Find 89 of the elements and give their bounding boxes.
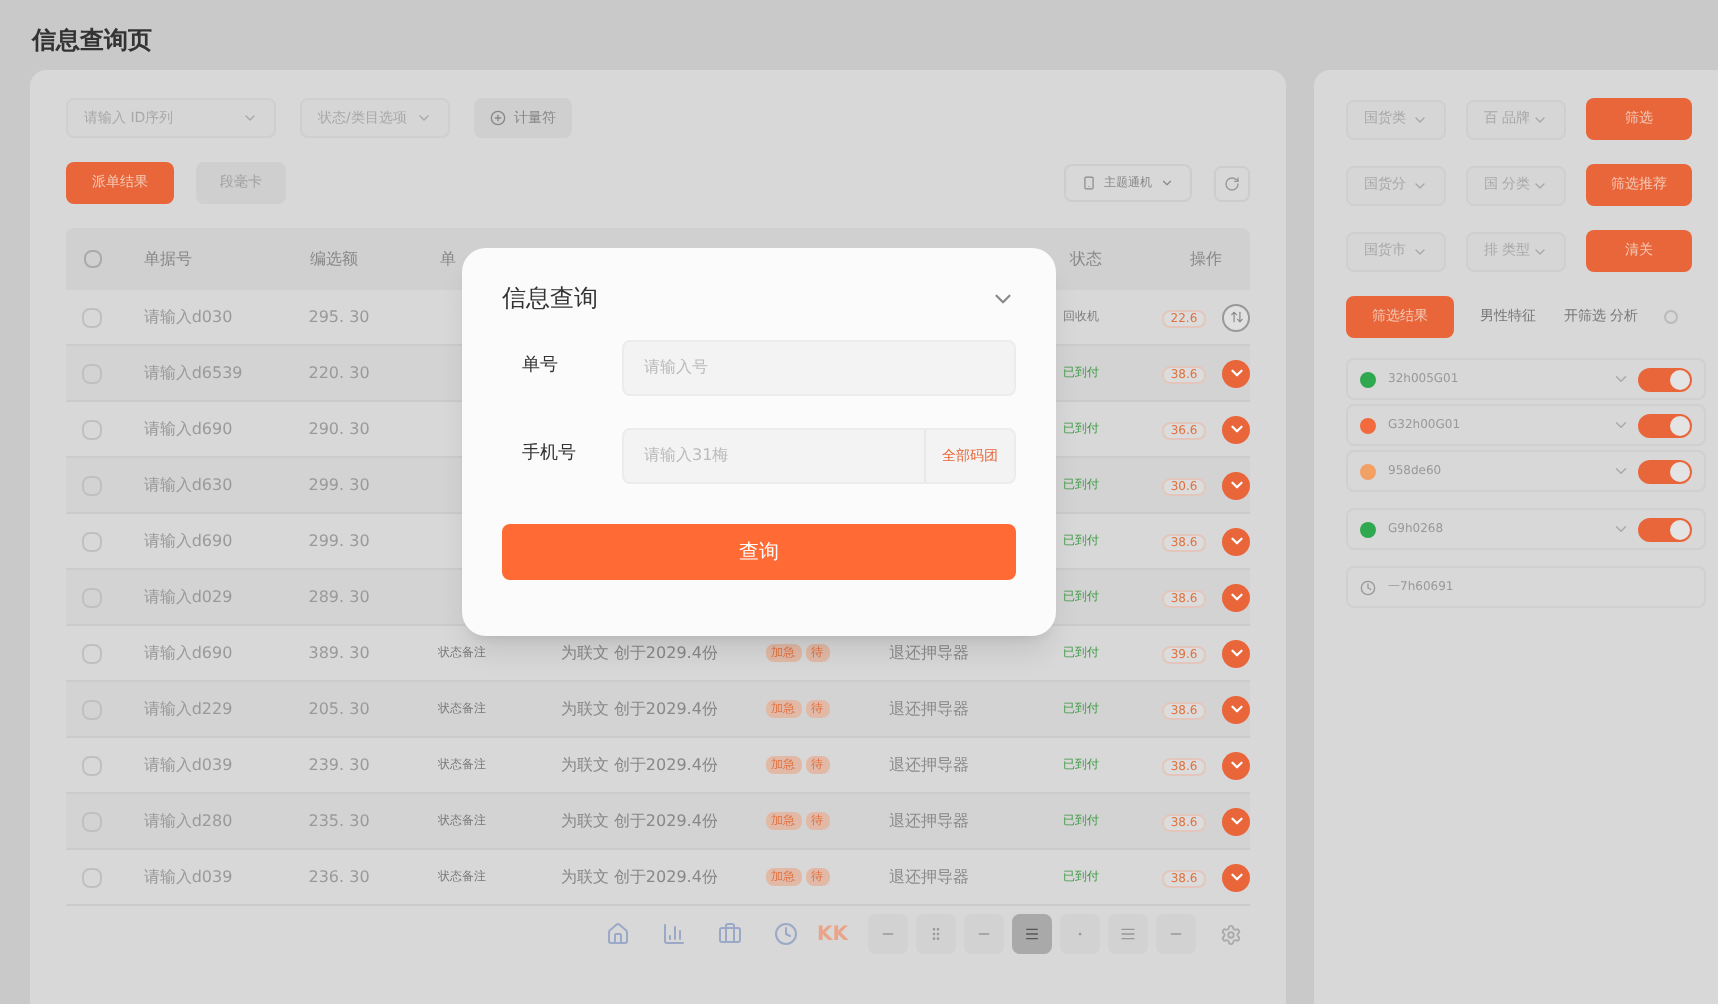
toolbar-icon bbox=[1120, 926, 1136, 942]
row-checkbox[interactable] bbox=[82, 755, 103, 775]
table-cell: 239. 30 bbox=[308, 755, 370, 773]
chevron-icon[interactable] bbox=[1222, 807, 1251, 835]
table-cell: 295. 30 bbox=[308, 307, 370, 325]
dialog-title: 信息查询 bbox=[502, 282, 598, 316]
chevron-icon[interactable] bbox=[1612, 520, 1630, 538]
caret-icon bbox=[242, 110, 258, 126]
chevron-icon[interactable] bbox=[1222, 471, 1251, 499]
row-checkbox[interactable] bbox=[82, 419, 103, 439]
query-button[interactable]: 查询 bbox=[502, 524, 1016, 580]
chevron-icon[interactable] bbox=[1222, 359, 1251, 387]
column-header: 单据号 bbox=[144, 249, 192, 267]
toolbar-icon bbox=[928, 926, 944, 942]
table-cell: 289. 30 bbox=[308, 587, 370, 605]
table-cell: 299. 30 bbox=[308, 475, 370, 493]
row-checkbox[interactable] bbox=[82, 307, 103, 327]
chevron-icon[interactable] bbox=[1612, 370, 1630, 388]
table-cell: 220. 30 bbox=[308, 363, 370, 381]
chevron-icon[interactable] bbox=[1222, 583, 1251, 611]
chevron-icon[interactable] bbox=[1222, 415, 1251, 443]
table-cell: 退还押导器 bbox=[888, 867, 969, 885]
caret-icon bbox=[416, 110, 432, 126]
table-cell: 236. 30 bbox=[308, 867, 370, 885]
toggle-switch[interactable] bbox=[1638, 459, 1692, 483]
table-cell: 请输入d029 bbox=[143, 587, 233, 605]
table-cell: 请输入d690 bbox=[143, 531, 233, 549]
table-cell: 请输入d229 bbox=[143, 699, 233, 717]
table-cell: 退还押导器 bbox=[888, 699, 969, 717]
sort-icon[interactable] bbox=[1222, 303, 1250, 331]
column-header: 状态 bbox=[1070, 249, 1102, 267]
table-cell: 请输入d030 bbox=[143, 307, 233, 325]
table-cell: 请输入d280 bbox=[143, 811, 233, 829]
table-cell: 为联文 创于2029.4份 bbox=[560, 699, 718, 717]
table-cell: 请输入d039 bbox=[143, 755, 233, 773]
chevron-icon[interactable] bbox=[1222, 639, 1251, 667]
toggle-switch[interactable] bbox=[1638, 413, 1692, 437]
caret-icon bbox=[1160, 176, 1174, 190]
table-cell: 为联文 创于2029.4份 bbox=[560, 755, 718, 773]
input-box[interactable]: 请输入号 bbox=[622, 340, 1016, 396]
field-label: 手机号 bbox=[520, 442, 578, 469]
toolbar-button[interactable] bbox=[1108, 914, 1148, 954]
refresh-glyph-icon bbox=[1224, 175, 1240, 191]
chart-icon[interactable] bbox=[661, 922, 685, 946]
logo-text: KK bbox=[817, 921, 848, 949]
briefcase-icon[interactable] bbox=[717, 922, 741, 946]
table-cell: 235. 30 bbox=[308, 811, 370, 829]
chevron-icon[interactable] bbox=[1612, 416, 1630, 434]
home-icon[interactable] bbox=[605, 922, 629, 946]
table-cell: 为联文 创于2029.4份 bbox=[560, 867, 718, 885]
column-header: 单 bbox=[440, 249, 456, 267]
table-cell: 请输入d039 bbox=[143, 867, 233, 885]
chevron-icon[interactable] bbox=[1222, 695, 1251, 723]
toggle-switch[interactable] bbox=[1638, 517, 1692, 541]
header-checkbox[interactable] bbox=[84, 250, 102, 268]
table-cell: 请输入d630 bbox=[143, 475, 233, 493]
table-cell: 299. 30 bbox=[308, 531, 370, 549]
chevron-icon[interactable] bbox=[1612, 462, 1630, 480]
table-cell: 请输入d6539 bbox=[143, 363, 243, 381]
table-cell: 请输入d690 bbox=[143, 643, 233, 661]
table-cell: 389. 30 bbox=[308, 643, 370, 661]
table-cell: 290. 30 bbox=[308, 419, 370, 437]
table-cell: 为联文 创于2029.4份 bbox=[560, 811, 718, 829]
table-cell: 为联文 创于2029.4份 bbox=[560, 643, 718, 661]
plus-icon bbox=[490, 110, 506, 126]
row-checkbox[interactable] bbox=[82, 643, 103, 663]
table-cell: 退还押导器 bbox=[888, 811, 969, 829]
toggle-switch[interactable] bbox=[1638, 367, 1692, 391]
page-title: 信息查询页 bbox=[32, 24, 154, 58]
input-field[interactable]: 请输入号 bbox=[624, 356, 1014, 380]
field-label: 单号 bbox=[520, 354, 560, 381]
clock-icon[interactable] bbox=[773, 922, 797, 946]
refresh-icon[interactable] bbox=[1214, 165, 1250, 201]
chevron-icon[interactable] bbox=[1222, 751, 1251, 779]
chevron-icon[interactable] bbox=[1222, 527, 1251, 555]
toolbar-button[interactable] bbox=[1012, 914, 1052, 954]
row-checkbox[interactable] bbox=[82, 531, 103, 551]
toolbar-icon bbox=[1024, 926, 1040, 942]
table-cell: 退还押导器 bbox=[888, 643, 969, 661]
clock-icon bbox=[1360, 579, 1376, 595]
chevron-icon[interactable] bbox=[1222, 863, 1251, 891]
column-header: 操作 bbox=[1190, 249, 1222, 267]
table-cell: 请输入d690 bbox=[143, 419, 233, 437]
input-field[interactable]: 请输入31梅 bbox=[624, 444, 924, 468]
table-cell: 205. 30 bbox=[308, 699, 370, 717]
phone-icon bbox=[1082, 176, 1096, 190]
table-cell: 退还押导器 bbox=[888, 755, 969, 773]
row-checkbox[interactable] bbox=[82, 867, 103, 887]
column-header: 编选额 bbox=[310, 249, 358, 267]
